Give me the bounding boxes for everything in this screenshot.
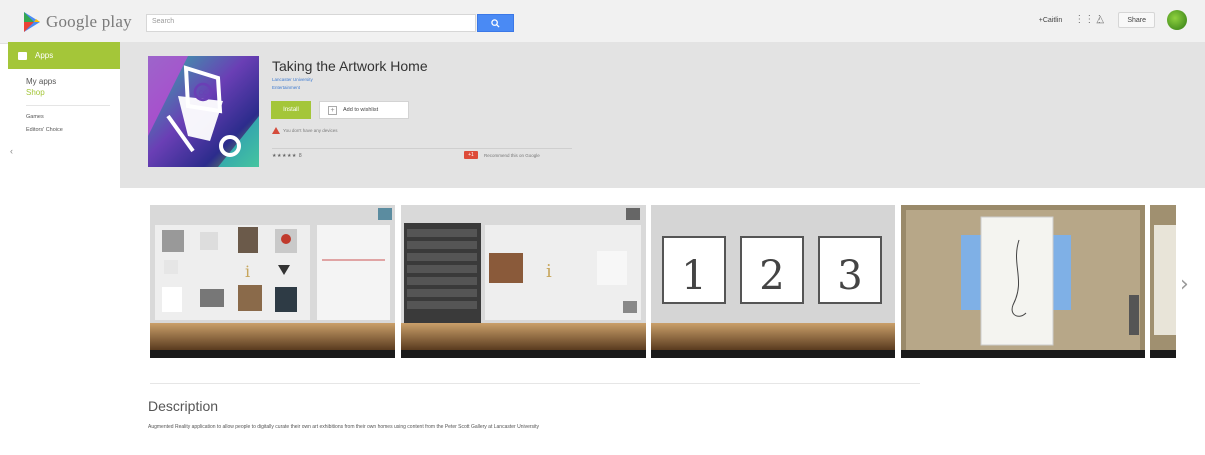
screenshot-3[interactable]: 1 2 3	[651, 205, 895, 358]
avatar[interactable]	[1167, 10, 1187, 30]
number-2: 2	[759, 253, 784, 299]
search-button[interactable]	[477, 14, 514, 32]
sidebar-item-apps[interactable]: Apps	[8, 42, 120, 69]
sidebar-item-shop[interactable]: Shop	[8, 88, 120, 97]
wishlist-label: Add to wishlist	[343, 107, 379, 113]
app-title: Taking the Artwork Home	[272, 58, 428, 74]
screenshot-2[interactable]: i	[401, 205, 646, 358]
user-link[interactable]: +Caitlin	[1039, 17, 1063, 24]
top-bar: Google play Search +Caitlin ⋮⋮⋮ △ Share	[0, 0, 1205, 44]
screenshot-1[interactable]: i	[150, 205, 395, 358]
app-developer-link[interactable]: Lancaster University	[272, 77, 313, 82]
chevron-left-icon[interactable]: ‹	[10, 146, 13, 156]
apps-grid-icon[interactable]: ⋮⋮⋮	[1074, 15, 1104, 25]
svg-text:i: i	[245, 262, 250, 281]
description-body: Augmented Reality application to allow p…	[148, 424, 540, 430]
install-button[interactable]: Install	[271, 101, 311, 119]
google-plus-button[interactable]: +1	[464, 151, 478, 159]
google-plus-recommend[interactable]: +1 Recommend this on Google	[464, 151, 540, 159]
section-divider	[150, 383, 920, 384]
google-play-logo[interactable]: Google play	[22, 10, 132, 34]
number-1: 1	[681, 253, 706, 299]
share-button[interactable]: Share	[1118, 12, 1155, 28]
logo-text: Google play	[46, 12, 132, 31]
notifications-bell-icon[interactable]: △	[1096, 15, 1106, 25]
sidebar: Apps My apps Shop Games Editors' Choice	[8, 42, 120, 230]
search-input[interactable]: Search	[146, 14, 476, 32]
number-3: 3	[837, 253, 862, 299]
play-logo-icon	[24, 12, 40, 32]
description-title: Description	[148, 398, 219, 414]
screenshot-4[interactable]	[901, 205, 1145, 358]
warning-icon	[272, 127, 280, 134]
chevron-right-icon[interactable]: ›	[1180, 272, 1189, 297]
svg-text:i: i	[546, 261, 552, 282]
sidebar-item-my-apps[interactable]: My apps	[8, 77, 120, 86]
warning-text: You don't have any devices	[283, 128, 338, 133]
google-plus-text: Recommend this on Google	[484, 152, 540, 158]
device-warning: You don't have any devices	[272, 127, 337, 134]
screenshot-5[interactable]	[1150, 205, 1176, 358]
shopping-bag-icon	[18, 51, 27, 60]
sidebar-divider	[26, 105, 110, 106]
sidebar-item-label: Apps	[35, 51, 54, 60]
top-right-controls: +Caitlin ⋮⋮⋮ △ Share	[1039, 10, 1187, 30]
app-category-link[interactable]: Entertainment	[272, 85, 300, 90]
sidebar-item-games[interactable]: Games	[8, 114, 120, 120]
hero-divider	[272, 148, 572, 149]
rating: ★★★★★ 8	[272, 153, 302, 159]
svg-text:CC: CC	[199, 90, 207, 97]
plus-icon: +	[328, 105, 337, 115]
app-icon: CC	[148, 56, 259, 167]
sidebar-item-editors-choice[interactable]: Editors' Choice	[8, 127, 120, 133]
add-to-wishlist-button[interactable]: + Add to wishlist	[319, 101, 409, 119]
search-icon	[491, 18, 500, 28]
rating-stars: ★★★★★	[272, 153, 297, 159]
rating-count: 8	[298, 153, 303, 159]
